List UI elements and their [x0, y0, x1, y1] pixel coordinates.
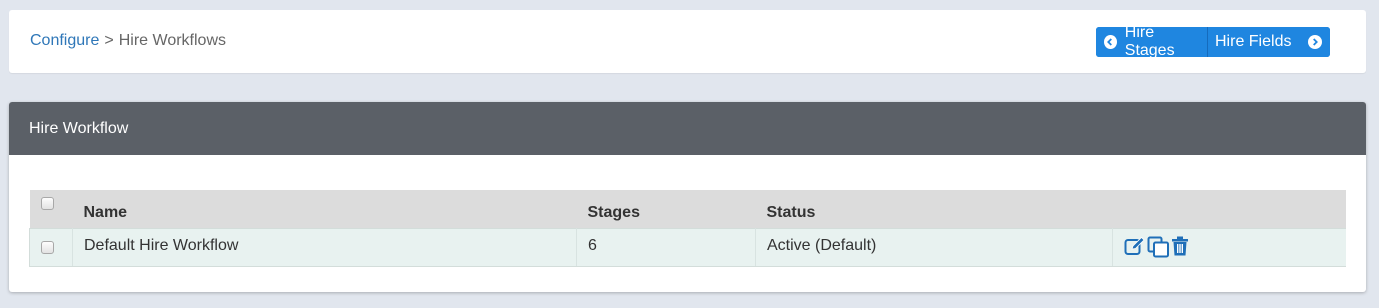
copy-icon[interactable] — [1147, 236, 1170, 263]
table-row: Default Hire Workflow 6 Active (Default) — [29, 227, 1346, 267]
workflow-stages-count: 6 — [576, 227, 756, 267]
column-header-name[interactable]: Name — [72, 190, 577, 228]
row-checkbox[interactable] — [41, 240, 54, 254]
prev-button-label: Hire Stages — [1124, 27, 1175, 57]
column-header-actions — [1112, 190, 1346, 228]
row-select-cell — [29, 227, 73, 267]
chevron-right-circle-icon — [1308, 35, 1322, 49]
edit-icon[interactable] — [1124, 236, 1146, 261]
workflow-status: Active (Default) — [755, 227, 1113, 267]
breadcrumb-current: Hire Workflows — [118, 32, 226, 49]
next-hire-fields-button[interactable]: Hire Fields — [1208, 27, 1330, 57]
hire-workflow-panel: Hire Workflow Name Stages Status Default… — [9, 102, 1366, 292]
select-all-checkbox[interactable] — [40, 196, 54, 210]
row-actions — [1124, 236, 1346, 263]
select-all-cell — [29, 190, 73, 228]
column-header-stages[interactable]: Stages — [576, 190, 756, 228]
breadcrumb-link-configure[interactable]: Configure — [30, 32, 99, 50]
panel-title: Hire Workflow — [9, 102, 1366, 155]
row-actions-cell — [1112, 227, 1346, 267]
column-header-status[interactable]: Status — [755, 190, 1113, 228]
workflow-name: Default Hire Workflow — [72, 227, 577, 267]
delete-icon[interactable] — [1171, 236, 1189, 261]
breadcrumb-bar: Configure > Hire Workflows Hire Stages H… — [9, 10, 1366, 73]
breadcrumb: Configure > Hire Workflows — [30, 32, 226, 50]
workflow-table: Name Stages Status Default Hire Workflow… — [29, 190, 1346, 267]
workflow-nav-buttons: Hire Stages Hire Fields — [1096, 27, 1330, 57]
chevron-left-circle-icon — [1104, 35, 1117, 49]
prev-hire-stages-button[interactable]: Hire Stages — [1096, 27, 1208, 57]
table-header-row: Name Stages Status — [29, 190, 1346, 228]
breadcrumb-separator: > — [104, 32, 114, 49]
next-button-label: Hire Fields — [1215, 33, 1292, 50]
